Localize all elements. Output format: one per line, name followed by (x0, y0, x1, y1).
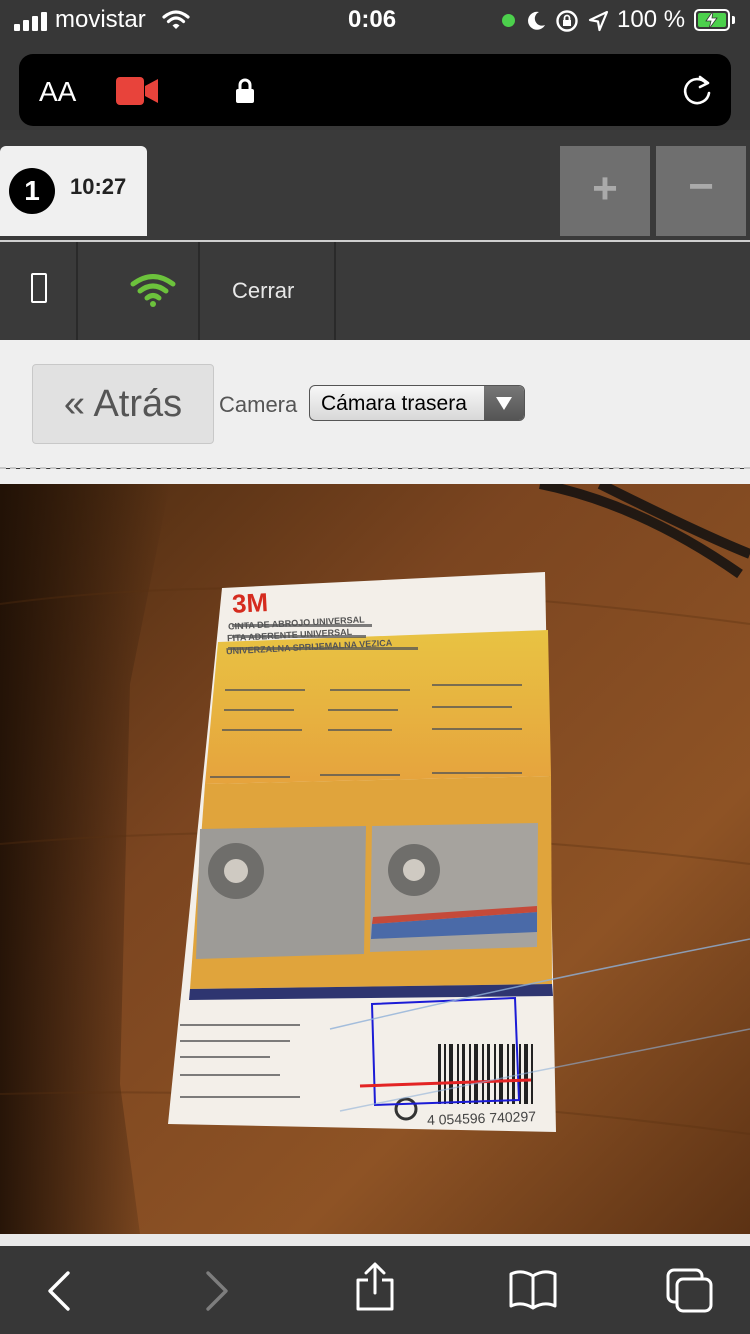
location-icon (588, 10, 609, 32)
camera-select[interactable]: Cámara trasera (309, 385, 525, 421)
text-size-button[interactable]: AA (39, 76, 76, 108)
zoom-in-button[interactable]: + (560, 146, 650, 236)
minus-icon: − (688, 162, 714, 211)
signal-icon (14, 11, 48, 31)
camera-recording-icon[interactable] (116, 77, 158, 105)
app-toolbar: Cerrar (0, 242, 750, 340)
carrier-name: movistar (55, 6, 146, 33)
bookmarks-icon[interactable] (508, 1270, 558, 1310)
phone-button[interactable] (0, 242, 76, 340)
share-icon[interactable] (354, 1262, 396, 1312)
session-tab[interactable]: 1 10:27 (0, 146, 147, 236)
camera-select-value: Cámara trasera (321, 392, 467, 415)
lock-icon (236, 78, 254, 103)
tabs-icon[interactable] (666, 1268, 714, 1314)
back-button[interactable]: « Atrás (32, 364, 214, 444)
wifi-button[interactable] (78, 242, 198, 340)
moon-icon (528, 11, 545, 30)
status-bar: movistar 0:06 100 % (0, 0, 750, 44)
battery-charging-icon (694, 9, 730, 31)
battery-percent: 100 % (617, 6, 686, 33)
plus-icon: + (592, 164, 618, 213)
camera-preview[interactable]: 3M CINTA DE ABROJO UNIVERSAL FITA ADEREN… (0, 484, 750, 1234)
forward-chevron-icon[interactable] (204, 1270, 230, 1312)
back-chevron-icon[interactable] (46, 1270, 72, 1312)
product-brand: 3M (231, 587, 269, 619)
wifi-icon (130, 274, 176, 307)
reload-icon[interactable] (681, 74, 713, 108)
address-bar[interactable]: AA (19, 54, 731, 126)
camera-frame (0, 484, 750, 1234)
session-number-badge: 1 (9, 168, 55, 214)
status-time: 0:06 (348, 6, 397, 33)
wifi-icon (162, 10, 190, 29)
phone-outline-icon (31, 273, 47, 303)
session-time: 10:27 (70, 174, 127, 199)
close-label: Cerrar (232, 278, 295, 303)
page-header: « Atrás Camera Cámara trasera (0, 340, 750, 468)
camera-label: Camera (219, 392, 298, 417)
chevron-down-icon (484, 386, 524, 420)
close-button[interactable]: Cerrar (200, 242, 334, 340)
browser-bottom-bar (0, 1246, 750, 1334)
zoom-out-button[interactable]: − (656, 146, 746, 236)
green-dot-icon (502, 14, 515, 27)
orientation-lock-icon (556, 10, 578, 32)
